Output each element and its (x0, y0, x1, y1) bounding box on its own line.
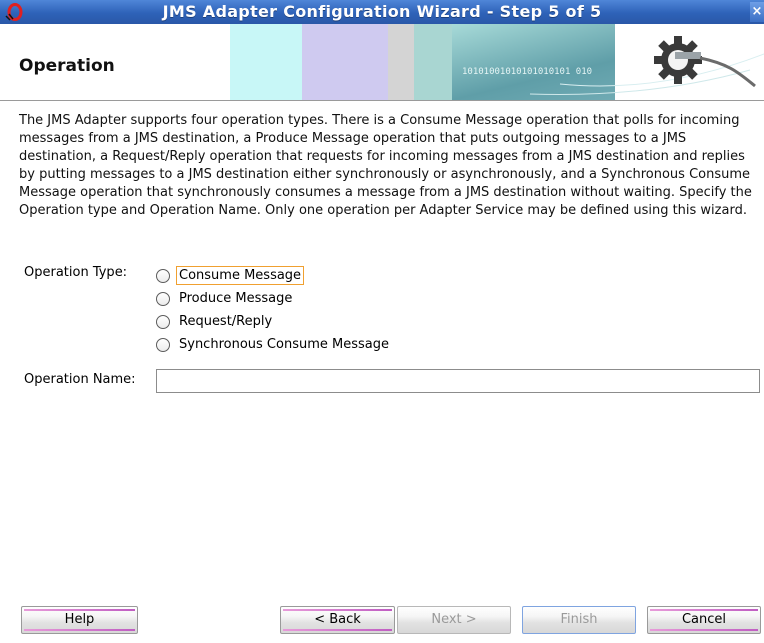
radio-button[interactable] (156, 291, 170, 306)
header-banner-graphic: 10101001010101010101 010 (230, 24, 764, 100)
radio-consume-message[interactable]: Consume Message (156, 264, 392, 287)
wizard-header: Operation 10101001010101010101 010 (0, 24, 764, 100)
radio-synchronous-consume-message[interactable]: Synchronous Consume Message (156, 333, 392, 356)
operation-type-radio-group: Consume Message Produce Message Request/… (156, 264, 392, 356)
close-icon[interactable]: × (750, 2, 764, 22)
radio-request-reply[interactable]: Request/Reply (156, 310, 392, 333)
radio-button[interactable] (156, 268, 170, 283)
radio-label-produce-message[interactable]: Produce Message (176, 289, 295, 308)
radio-label-request-reply[interactable]: Request/Reply (176, 312, 275, 331)
window-titlebar[interactable]: JMS Adapter Configuration Wizard - Step … (0, 0, 764, 24)
cancel-button[interactable]: Cancel (647, 606, 761, 634)
operation-name-input[interactable] (156, 369, 760, 393)
radio-label-synchronous-consume-message[interactable]: Synchronous Consume Message (176, 335, 392, 354)
page-title: Operation (19, 56, 115, 76)
window-title: JMS Adapter Configuration Wizard - Step … (162, 2, 602, 21)
next-button[interactable]: Next > (397, 606, 511, 634)
radio-produce-message[interactable]: Produce Message (156, 287, 392, 310)
back-button[interactable]: < Back (280, 606, 395, 634)
finish-button[interactable]: Finish (522, 606, 636, 634)
operation-description: The JMS Adapter supports four operation … (19, 113, 752, 218)
radio-button[interactable] (156, 337, 170, 352)
header-divider (0, 100, 764, 101)
radio-label-consume-message[interactable]: Consume Message (176, 266, 305, 285)
operation-name-label: Operation Name: (24, 372, 136, 387)
help-button[interactable]: Help (21, 606, 138, 634)
banner-binary-text: 10101001010101010101 010 (462, 67, 592, 77)
operation-type-label: Operation Type: (24, 265, 128, 280)
radio-button[interactable] (156, 314, 170, 329)
